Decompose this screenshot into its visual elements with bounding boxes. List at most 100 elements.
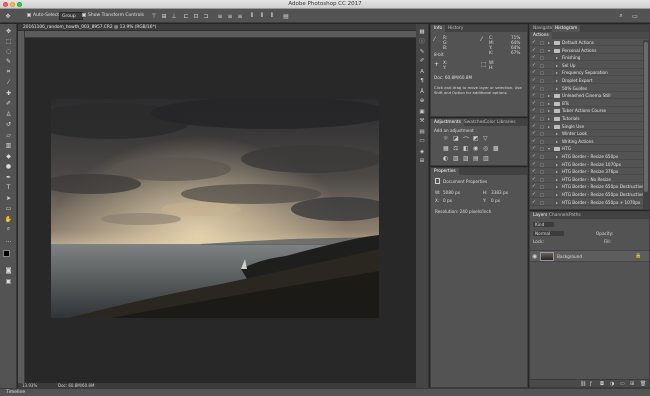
dialog-toggle-box[interactable]: [540, 63, 544, 68]
action-row[interactable]: ✓ ▸ Droplet Export: [530, 78, 643, 84]
action-disclosure-icon[interactable]: ▸: [556, 131, 558, 137]
invert-icon[interactable]: ◐: [443, 155, 448, 162]
set-disclosure-icon[interactable]: ▸: [548, 108, 550, 114]
dialog-toggle-box[interactable]: [540, 177, 544, 182]
dialog-toggle-box[interactable]: [540, 200, 544, 205]
set-disclosure-icon[interactable]: ▾: [548, 146, 550, 152]
action-disclosure-icon[interactable]: ▸: [556, 55, 558, 61]
blend-mode-dropdown[interactable]: Normal: [533, 231, 565, 236]
action-check-icon[interactable]: ✓: [532, 192, 536, 198]
align-vcenter-icon[interactable]: ⊞: [160, 12, 168, 20]
eye-icon[interactable]: ◉: [532, 253, 537, 260]
action-row[interactable]: ✓ ▸ HTG Border - Resize 650px: [530, 154, 643, 160]
action-check-icon[interactable]: ✓: [532, 154, 536, 160]
dialog-toggle-box[interactable]: [540, 147, 544, 152]
tab-paths[interactable]: Paths: [566, 212, 584, 219]
action-disclosure-icon[interactable]: ▸: [556, 63, 558, 69]
action-check-icon[interactable]: ✓: [532, 146, 536, 152]
3d-icon[interactable]: ◈: [418, 148, 426, 155]
dialog-toggle-box[interactable]: [540, 139, 544, 144]
photo-filter-icon[interactable]: ◉: [473, 145, 478, 152]
tab-properties[interactable]: Properties: [431, 168, 459, 175]
set-disclosure-icon[interactable]: ▸: [548, 124, 550, 130]
action-disclosure-icon[interactable]: ▸: [556, 200, 558, 206]
color-lookup-icon[interactable]: ▩: [493, 145, 499, 152]
gradient-map-icon[interactable]: ▥: [483, 155, 489, 162]
action-check-icon[interactable]: ✓: [532, 177, 536, 183]
path-select-tool-icon[interactable]: ➤: [4, 194, 13, 202]
workspace-switcher-icon[interactable]: ▭: [630, 12, 640, 20]
dialog-toggle-box[interactable]: [540, 117, 544, 121]
tab-actions[interactable]: Actions: [530, 32, 552, 39]
new-layer-icon[interactable]: ⊞: [630, 381, 634, 387]
action-row[interactable]: ✓ ▸ Sel Up: [530, 63, 643, 69]
action-check-icon[interactable]: ✓: [532, 63, 536, 69]
horizontal-ruler[interactable]: [25, 31, 416, 38]
channel-mixer-icon[interactable]: ◎: [483, 145, 488, 152]
healing-brush-tool-icon[interactable]: ✚: [4, 89, 13, 97]
align-right-icon[interactable]: ⊐: [202, 12, 210, 20]
dialog-toggle-box[interactable]: [540, 94, 544, 99]
marquee-tool-icon[interactable]: ⬚: [4, 37, 13, 45]
levels-icon[interactable]: ◪: [453, 135, 459, 142]
align-top-icon[interactable]: ⊤: [150, 12, 158, 20]
history-icon[interactable]: ▦: [418, 28, 426, 35]
action-check-icon[interactable]: ✓: [532, 184, 536, 190]
tab-history[interactable]: History: [445, 25, 466, 32]
action-check-icon[interactable]: ✓: [532, 116, 536, 122]
dialog-toggle-box[interactable]: [540, 193, 544, 197]
timeline-icon[interactable]: ▭: [418, 137, 426, 144]
action-row[interactable]: ✓ ▸ HTG Border - No Resize: [530, 177, 643, 183]
layer-filter-kind[interactable]: Kind: [533, 222, 555, 227]
prop-h-value[interactable]: 3383 px: [491, 190, 508, 195]
action-disclosure-icon[interactable]: ▸: [556, 177, 558, 183]
brush-tool-icon[interactable]: ✐: [4, 99, 13, 107]
distribute-bottom-icon[interactable]: ≡: [236, 12, 244, 20]
tool-presets-icon[interactable]: ⚒: [418, 117, 426, 124]
action-disclosure-icon[interactable]: ▸: [556, 192, 558, 198]
scrollbar-thumb[interactable]: [644, 42, 648, 192]
action-disclosure-icon[interactable]: ▸: [556, 184, 558, 190]
set-disclosure-icon[interactable]: ▸: [548, 101, 550, 107]
action-row[interactable]: ✓ ▸ HTG Border - Resize 376px: [530, 169, 643, 176]
rectangle-tool-icon[interactable]: ▭: [4, 204, 13, 212]
tab-info[interactable]: Info: [431, 25, 446, 32]
history-brush-tool-icon[interactable]: ↺: [4, 120, 13, 128]
color-balance-icon[interactable]: ⚖: [453, 145, 458, 152]
lasso-tool-icon[interactable]: ◌: [4, 47, 13, 55]
show-transform-checkbox[interactable]: Show Transform Controls: [82, 12, 144, 20]
trash-icon[interactable]: 🗑: [640, 381, 646, 387]
character-icon[interactable]: A: [418, 68, 426, 75]
zoom-tool-icon[interactable]: ⌕: [4, 225, 13, 233]
group-icon[interactable]: ▭: [620, 381, 625, 387]
set-disclosure-icon[interactable]: ▸: [548, 93, 550, 99]
action-check-icon[interactable]: ✓: [532, 86, 536, 92]
pen-tool-icon[interactable]: ✒: [4, 173, 13, 181]
action-check-icon[interactable]: ✓: [532, 70, 536, 76]
action-row[interactable]: ✓ ▸ Finishing: [530, 55, 643, 62]
action-row[interactable]: ✓ ▸ BTs: [530, 101, 643, 107]
tab-histogram[interactable]: Histogram: [552, 25, 581, 32]
action-check-icon[interactable]: ✓: [532, 124, 536, 130]
search-icon[interactable]: ⌕: [617, 12, 625, 20]
dodge-tool-icon[interactable]: ●: [4, 162, 13, 170]
gradient-tool-icon[interactable]: ▥: [4, 141, 13, 149]
more-tools-icon[interactable]: …: [4, 236, 13, 244]
action-row[interactable]: ✓ ▸ 50% Guides: [530, 86, 643, 92]
prop-y-value[interactable]: 0 px: [491, 198, 500, 203]
auto-select-checkbox[interactable]: Auto-Select:: [27, 12, 61, 20]
fx-icon[interactable]: ƒ: [590, 381, 592, 387]
brush-icon[interactable]: ✐: [418, 57, 426, 64]
action-row[interactable]: ✓ ▸ HTG Border - Resize 650px Destructive: [530, 184, 644, 191]
align-left-icon[interactable]: ⊏: [182, 12, 190, 20]
action-row[interactable]: ✓ ▸ Tutorials: [530, 116, 643, 122]
mask-icon[interactable]: ◘: [600, 381, 604, 387]
action-disclosure-icon[interactable]: ▸: [556, 162, 558, 168]
set-disclosure-icon[interactable]: ▾: [548, 48, 550, 54]
dialog-toggle-box[interactable]: [540, 71, 544, 76]
timeline-label[interactable]: Timeline: [6, 389, 25, 396]
dialog-toggle-box[interactable]: [540, 124, 544, 129]
action-row[interactable]: ✓ ▸ Frequency Separation: [530, 70, 643, 77]
action-row[interactable]: ✓ ▸ HTG Border - Resize 650px + 1070px: [530, 200, 643, 206]
action-check-icon[interactable]: ✓: [532, 93, 536, 99]
